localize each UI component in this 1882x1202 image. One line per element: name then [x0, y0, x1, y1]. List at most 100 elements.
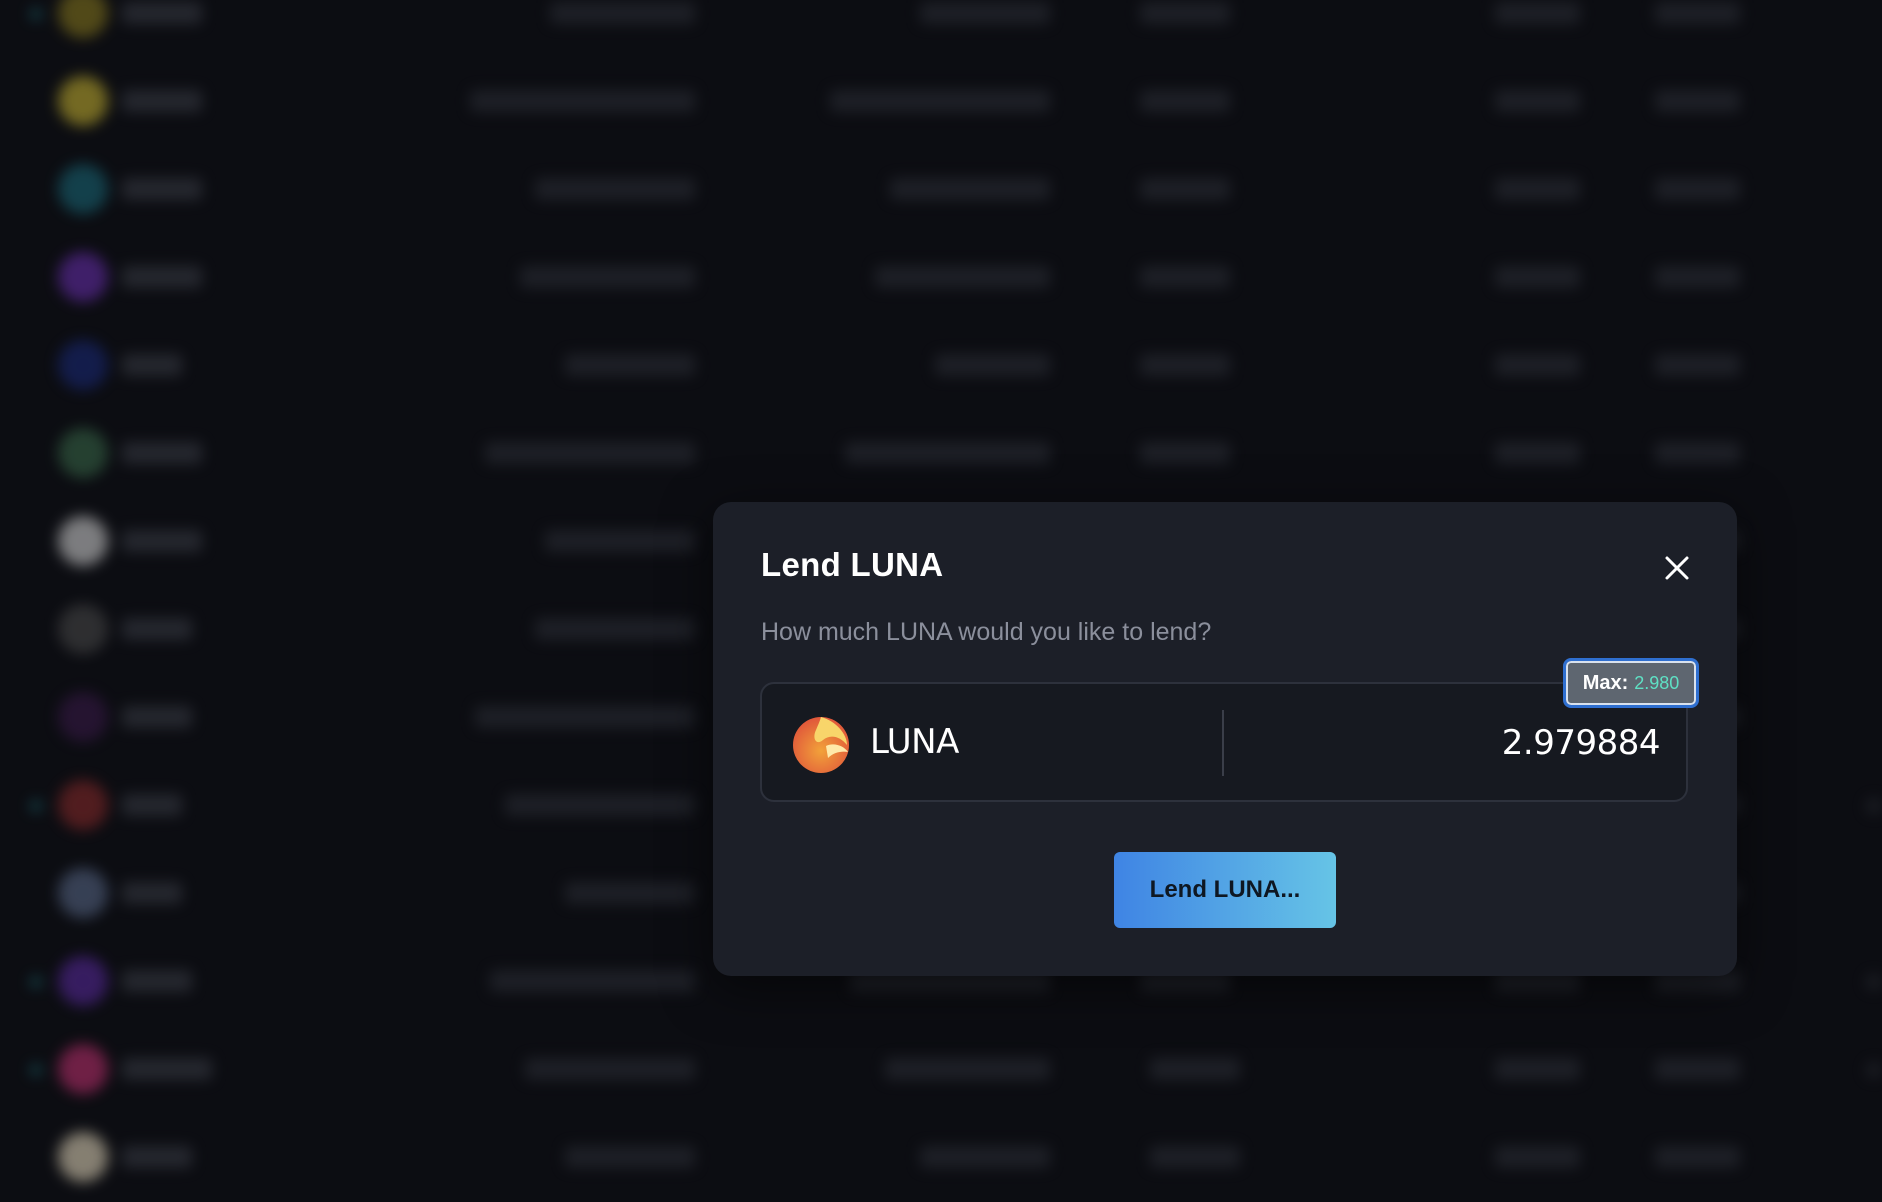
background-row-name: [122, 882, 182, 904]
background-row-name: [122, 90, 202, 112]
background-row-avatar: [58, 252, 108, 302]
background-row-action: [1866, 798, 1882, 814]
background-row-value: [875, 266, 1050, 288]
background-row-name: [122, 178, 202, 200]
background-row-value: [550, 2, 695, 24]
background-row-rate: [1140, 2, 1230, 24]
background-row-dot: [30, 8, 42, 20]
background-row-avatar: [58, 0, 108, 38]
background-row-value: [890, 178, 1050, 200]
background-row-value: [565, 1146, 695, 1168]
background-row-avatar: [58, 868, 108, 918]
background-row-value: [935, 354, 1050, 376]
background-row-rate: [1495, 442, 1580, 464]
background-row-name: [122, 442, 202, 464]
background-row-rate: [1655, 442, 1740, 464]
background-row-avatar: [58, 780, 108, 830]
background-row: [0, 146, 1882, 234]
background-row-value: [565, 354, 695, 376]
background-row-name: [122, 706, 192, 728]
background-row-rate: [1495, 266, 1580, 288]
background-row-rate: [1495, 354, 1580, 376]
modal-subtitle: How much LUNA would you like to lend?: [761, 618, 1212, 646]
background-row-value: [565, 882, 695, 904]
background-row-name: [122, 2, 202, 24]
background-row-value: [505, 794, 695, 816]
background-row-rate: [1495, 1058, 1580, 1080]
background-row-rate: [1140, 442, 1230, 464]
background-row: [0, 58, 1882, 146]
max-label: Max:: [1582, 671, 1629, 694]
background-row-rate: [1140, 90, 1230, 112]
background-row-rate: [1150, 1058, 1240, 1080]
background-row-value: [520, 266, 695, 288]
background-row-rate: [1140, 178, 1230, 200]
background-row-value: [485, 442, 695, 464]
background-row-action: [1866, 974, 1882, 990]
background-row-name: [122, 970, 192, 992]
background-row-value: [830, 90, 1050, 112]
background-row-value: [535, 618, 695, 640]
background-row-rate: [1655, 2, 1740, 24]
background-row-rate: [1655, 266, 1740, 288]
background-row: [0, 234, 1882, 322]
lend-submit-button[interactable]: Lend LUNA...: [1114, 852, 1336, 928]
close-icon: [1665, 556, 1689, 580]
background-row-value: [885, 1058, 1050, 1080]
amount-field: LUNA: [760, 682, 1688, 802]
background-row-value: [490, 970, 695, 992]
background-row-avatar: [58, 340, 108, 390]
background-row-rate: [1495, 178, 1580, 200]
background-row-name: [122, 794, 182, 816]
background-row-rate: [1655, 178, 1740, 200]
background-row-rate: [1655, 1146, 1740, 1168]
background-row-value: [545, 530, 695, 552]
background-row: [0, 322, 1882, 410]
input-divider: [1222, 710, 1224, 776]
background-row: [0, 1026, 1882, 1114]
background-row-value: [525, 1058, 695, 1080]
max-button[interactable]: Max: 2.980: [1563, 658, 1699, 708]
background-row-value: [475, 706, 695, 728]
modal-title: Lend LUNA: [761, 546, 944, 583]
token-symbol: LUNA: [870, 722, 959, 762]
background-row-avatar: [58, 76, 108, 126]
lend-modal: Lend LUNA How much LUNA would you like t…: [713, 502, 1737, 976]
luna-icon: [793, 717, 849, 773]
background-row-name: [122, 354, 182, 376]
background-row: [0, 410, 1882, 498]
background-row-rate: [1655, 354, 1740, 376]
background-row-avatar: [58, 1132, 108, 1182]
background-row-name: [122, 1146, 192, 1168]
background-row-dot: [30, 800, 42, 812]
background-row-name: [122, 266, 202, 288]
background-row-rate: [1495, 2, 1580, 24]
background-row-rate: [1495, 1146, 1580, 1168]
max-value: 2.980: [1634, 672, 1680, 693]
background-row-rate: [1140, 354, 1230, 376]
background-row-avatar: [58, 428, 108, 478]
amount-input[interactable]: [1242, 708, 1660, 778]
background-row-value: [470, 90, 695, 112]
background-row: [0, 0, 1882, 58]
background-row-name: [122, 618, 192, 640]
background-row-dot: [30, 976, 42, 988]
background-row: [0, 1114, 1882, 1202]
background-row-value: [535, 178, 695, 200]
background-row-rate: [1140, 266, 1230, 288]
background-row-avatar: [58, 1044, 108, 1094]
background-row-name: [122, 530, 202, 552]
background-row-name: [122, 1058, 212, 1080]
background-row-avatar: [58, 956, 108, 1006]
background-row-avatar: [58, 692, 108, 742]
background-row-value: [920, 1146, 1050, 1168]
background-row-rate: [1655, 1058, 1740, 1080]
background-row-value: [845, 442, 1050, 464]
background-row-action: [1866, 1062, 1882, 1078]
background-row-avatar: [58, 516, 108, 566]
close-button[interactable]: [1657, 548, 1697, 588]
background-row-rate: [1495, 90, 1580, 112]
background-row-avatar: [58, 164, 108, 214]
background-row-rate: [1150, 1146, 1240, 1168]
background-row-avatar: [58, 604, 108, 654]
